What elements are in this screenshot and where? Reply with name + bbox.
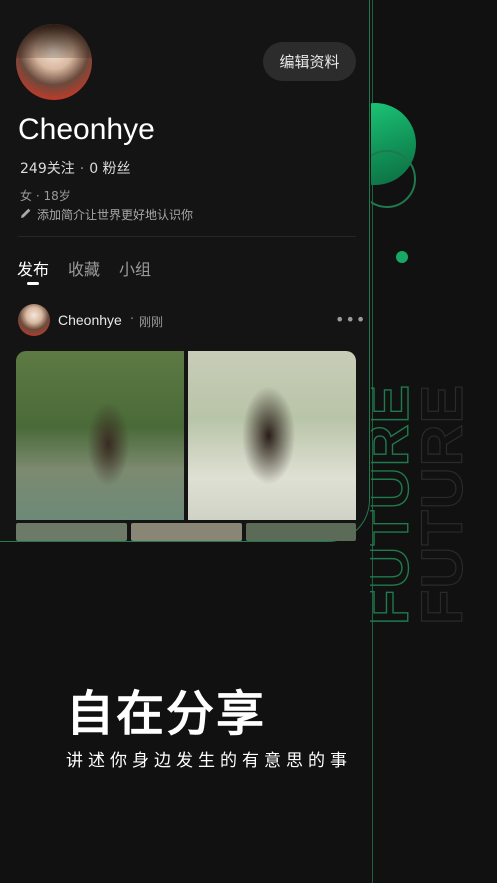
edit-profile-button[interactable]: 编辑资料 <box>263 42 356 81</box>
post-photo-1[interactable] <box>16 351 184 520</box>
bio-row[interactable]: 添加简介让世界更好地认识你 <box>20 206 193 223</box>
post-photo-4[interactable] <box>131 523 242 541</box>
profile-tabs: 发布 收藏 小组 <box>17 256 151 280</box>
following-count[interactable]: 249关注 <box>20 161 75 177</box>
tab-indicator <box>27 282 39 285</box>
post-separator: · <box>130 312 135 327</box>
promo-subline: 讲述你身边发生的有意思的事 <box>66 751 352 771</box>
tab-posts[interactable]: 发布 <box>17 256 49 280</box>
post-avatar[interactable] <box>18 304 50 336</box>
post-author[interactable]: Cheonhye <box>58 312 122 328</box>
followers-count[interactable]: 0 粉丝 <box>89 161 130 177</box>
tab-favorites[interactable]: 收藏 <box>68 256 100 280</box>
future-watermark: FUTURE FUTURE <box>370 330 490 630</box>
gender-age: 女 · 18岁 <box>20 189 71 203</box>
post-photo-2[interactable] <box>188 351 356 520</box>
post-time: 刚刚 <box>139 315 164 329</box>
profile-name: Cheonhye <box>18 113 155 146</box>
divider <box>18 236 356 237</box>
pencil-icon <box>20 207 32 222</box>
post-photo-5[interactable] <box>246 523 356 541</box>
post-photo-3[interactable] <box>16 523 127 541</box>
more-icon[interactable]: ••• <box>335 310 366 329</box>
profile-stats: 249关注 · 0 粉丝 <box>20 161 131 177</box>
avatar[interactable] <box>16 24 92 100</box>
tab-groups[interactable]: 小组 <box>119 256 151 280</box>
bio-placeholder: 添加简介让世界更好地认识你 <box>37 208 194 222</box>
promo-headline: 自在分享 <box>66 686 267 742</box>
decor-dot <box>396 251 408 263</box>
future-watermark-text-2: FUTURE <box>410 384 475 625</box>
